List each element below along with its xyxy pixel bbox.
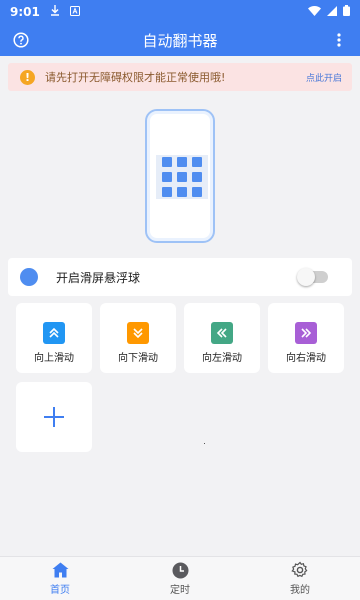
bottom-nav: 首页 定时 我的 xyxy=(0,556,360,600)
gear-icon xyxy=(291,561,309,579)
warning-icon: ! xyxy=(20,69,35,85)
status-bar: 9:01 xyxy=(0,0,360,24)
swipe-down-label: 向下滑动 xyxy=(118,353,158,364)
home-icon xyxy=(51,561,69,579)
double-chevron-left-icon xyxy=(211,322,233,344)
download-icon xyxy=(50,5,60,19)
swipe-left-card[interactable]: 向左滑动 xyxy=(184,303,260,373)
app-notification-icon xyxy=(69,5,80,19)
floating-ball-row: 开启滑屏悬浮球 xyxy=(8,258,352,296)
accessibility-notice: ! 请先打开无障碍权限才能正常使用哦! 点此开启 xyxy=(8,63,352,91)
swipe-up-label: 向上滑动 xyxy=(34,353,74,364)
swipe-left-label: 向左滑动 xyxy=(202,353,242,364)
swipe-up-card[interactable]: 向上滑动 xyxy=(16,303,92,373)
phone-illustration xyxy=(145,109,215,243)
swipe-right-card[interactable]: 向右滑动 xyxy=(268,303,344,373)
notice-text: 请先打开无障碍权限才能正常使用哦! xyxy=(45,71,226,84)
clock-icon xyxy=(171,561,189,579)
nav-profile-label: 我的 xyxy=(290,585,310,596)
app-bar: 自动翻书器 xyxy=(0,24,360,56)
enable-accessibility-link[interactable]: 点此开启 xyxy=(306,71,342,84)
add-action-button[interactable] xyxy=(16,382,92,452)
more-options-button[interactable] xyxy=(328,29,350,51)
app-grid-icon xyxy=(156,155,208,199)
plus-icon xyxy=(44,407,64,427)
nav-home-label: 首页 xyxy=(50,585,70,596)
double-chevron-up-icon xyxy=(43,322,65,344)
more-vertical-icon xyxy=(337,33,341,47)
phone-preview-area xyxy=(0,91,360,261)
nav-home[interactable]: 首页 xyxy=(0,557,120,600)
switch-knob xyxy=(297,268,315,286)
nav-timer[interactable]: 定时 xyxy=(120,557,240,600)
wifi-icon xyxy=(308,5,321,19)
status-time: 9:01 xyxy=(10,5,40,19)
floating-ball-icon xyxy=(20,268,38,286)
floating-ball-switch[interactable] xyxy=(297,268,328,286)
nav-timer-label: 定时 xyxy=(170,585,190,596)
swipe-down-card[interactable]: 向下滑动 xyxy=(100,303,176,373)
help-button[interactable] xyxy=(10,29,32,51)
help-icon xyxy=(13,32,29,48)
battery-icon xyxy=(343,5,350,19)
page-title: 自动翻书器 xyxy=(142,31,218,50)
signal-icon xyxy=(327,5,337,19)
stray-dot xyxy=(204,443,205,444)
nav-profile[interactable]: 我的 xyxy=(240,557,360,600)
swipe-right-label: 向右滑动 xyxy=(286,353,326,364)
top-bar-region: 9:01 自动翻书器 xyxy=(0,0,360,56)
floating-ball-label: 开启滑屏悬浮球 xyxy=(56,270,141,285)
double-chevron-down-icon xyxy=(127,322,149,344)
double-chevron-right-icon xyxy=(295,322,317,344)
